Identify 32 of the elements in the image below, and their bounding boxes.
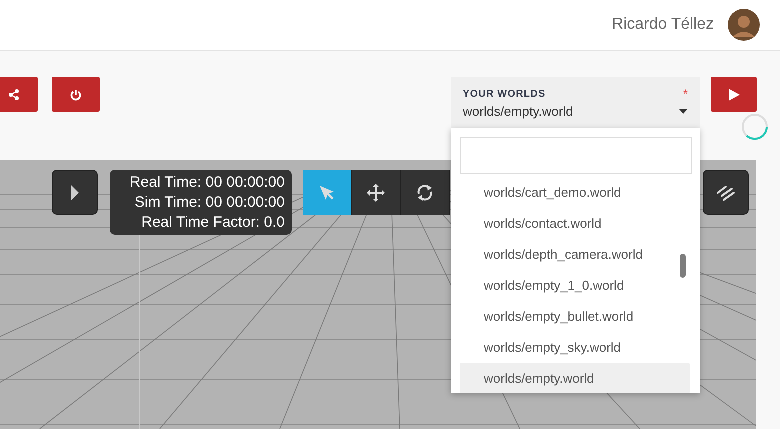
dropdown-option[interactable]: worlds/cart_demo.world [460, 177, 690, 208]
caret-icon [679, 109, 688, 114]
user-name[interactable]: Ricardo Téllez [612, 16, 714, 34]
move-arrows-icon [366, 182, 386, 202]
share-button[interactable] [0, 77, 38, 112]
dropdown-option[interactable]: worlds/empty.world [460, 363, 690, 393]
stat-text: Sim Time: 00 00:00:00 [134, 192, 285, 212]
launch-button[interactable] [711, 77, 757, 112]
dropdown-option[interactable]: worlds/empty_sky.world [460, 332, 690, 363]
avatar-icon[interactable] [728, 9, 760, 41]
dropdown-option[interactable]: worlds/empty_1_0.world [460, 270, 690, 301]
rotate-icon [415, 182, 435, 202]
play-button[interactable] [52, 170, 98, 215]
stat-text: Real Time Factor: 0.0 [142, 212, 285, 232]
share-icon [8, 88, 20, 100]
dropdown-option[interactable]: worlds/contact.world [460, 208, 690, 239]
dropdown-option[interactable]: worlds/empty_bullet.world [460, 301, 690, 332]
stat-text: Real Time: 00 00:00:00 [130, 172, 285, 192]
search-field[interactable] [460, 137, 692, 174]
translate-tool-button[interactable] [352, 170, 401, 215]
diagonal-lines-icon [715, 184, 737, 202]
select-tool-button[interactable] [303, 170, 352, 215]
scrollbar-thumb[interactable] [680, 254, 686, 278]
worlds-select[interactable]: YOUR WORLDS * worlds/empty.world [451, 77, 700, 128]
power-icon [70, 88, 82, 100]
rotate-tool-button[interactable] [401, 170, 450, 215]
power-button[interactable] [52, 77, 100, 112]
panel-toggle-button[interactable] [703, 170, 749, 215]
play-icon [70, 184, 80, 202]
dropdown-option[interactable]: worlds/depth_camera.world [460, 239, 690, 270]
play-icon [727, 88, 741, 102]
spinner-icon [741, 113, 769, 141]
